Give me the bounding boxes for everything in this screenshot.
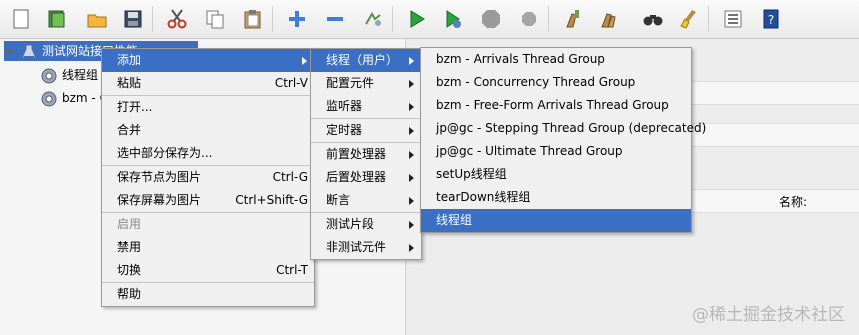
function-helper-icon[interactable] (720, 6, 746, 32)
toolbar-separator (272, 6, 273, 32)
expand-triangle-icon[interactable] (4, 48, 14, 55)
open-icon[interactable] (84, 6, 110, 32)
menu-item-open[interactable]: 打开... (102, 96, 314, 119)
svg-text:?: ? (768, 13, 774, 27)
thread-item-arrivals[interactable]: bzm - Arrivals Thread Group (421, 48, 691, 71)
submenu-arrow-icon (409, 174, 414, 182)
submenu-arrow-icon (409, 151, 414, 159)
name-label: 名称: (779, 195, 808, 209)
shutdown-icon[interactable] (516, 6, 542, 32)
submenu-arrow-icon (409, 103, 414, 111)
thread-item-concurrency[interactable]: bzm - Concurrency Thread Group (421, 71, 691, 94)
tree-node-thread-group[interactable]: 线程组 (40, 65, 98, 85)
menu-item-save-node-image[interactable]: 保存节点为图片 Ctrl-G (102, 166, 314, 189)
menu-item-add[interactable]: 添加 (102, 49, 314, 72)
search-icon[interactable] (640, 6, 666, 32)
thread-item-stepping[interactable]: jp@gc - Stepping Thread Group (deprecate… (421, 117, 706, 140)
submenu-item-assertion[interactable]: 断言 (311, 189, 421, 212)
submenu-arrow-icon (409, 57, 414, 65)
thread-item-thread-group[interactable]: 线程组 (421, 209, 691, 232)
start-icon[interactable] (404, 6, 430, 32)
toolbar-separator (548, 6, 549, 32)
start-no-pause-icon[interactable] (440, 6, 466, 32)
clear-all-icon[interactable] (596, 6, 622, 32)
watermark: @稀土掘金技术社区 (692, 305, 845, 325)
cut-icon[interactable] (164, 6, 190, 32)
submenu-item-threads[interactable]: 线程（用户） (311, 49, 421, 72)
templates-icon[interactable] (44, 6, 70, 32)
paste-icon[interactable] (240, 6, 266, 32)
submenu-item-config-element[interactable]: 配置元件 (311, 72, 421, 95)
tree-node-bzm[interactable]: bzm - C (40, 88, 108, 108)
tree-node-label: 线程组 (62, 68, 99, 82)
toolbar: ? (0, 0, 859, 39)
toggle-icon[interactable] (360, 6, 386, 32)
toolbar-separator (152, 6, 153, 32)
submenu-item-post-processor[interactable]: 后置处理器 (311, 166, 421, 189)
thread-item-setup[interactable]: setUp线程组 (421, 163, 691, 186)
menu-item-paste[interactable]: 粘贴 Ctrl-V (102, 72, 314, 95)
gear-icon (40, 67, 58, 85)
menu-item-enable[interactable]: 启用 (102, 213, 314, 236)
context-menu: 添加 粘贴 Ctrl-V 打开... 合并 选中部分保存为... 保存节点为图片 C… (101, 48, 315, 307)
submenu-arrow-icon (409, 127, 414, 135)
clear-icon[interactable] (560, 6, 586, 32)
help-icon[interactable]: ? (758, 6, 784, 32)
toolbar-separator (708, 6, 709, 32)
submenu-item-non-test-element[interactable]: 非测试元件 (311, 236, 421, 259)
gear-icon (40, 90, 58, 108)
new-icon[interactable] (8, 6, 34, 32)
thread-submenu: bzm - Arrivals Thread Group bzm - Concur… (420, 47, 706, 233)
menu-item-merge[interactable]: 合并 (102, 119, 314, 142)
menu-item-save-selection[interactable]: 选中部分保存为... (102, 142, 314, 165)
thread-item-free-form[interactable]: bzm - Free-Form Arrivals Thread Group (421, 94, 691, 117)
submenu-arrow-icon (409, 197, 414, 205)
submenu-arrow-icon (409, 221, 414, 229)
menu-item-help[interactable]: 帮助 (102, 283, 314, 306)
reset-search-icon[interactable] (676, 6, 702, 32)
thread-item-ultimate[interactable]: jp@gc - Ultimate Thread Group (421, 140, 691, 163)
toolbar-separator (392, 6, 393, 32)
thread-item-teardown[interactable]: tearDown线程组 (421, 186, 691, 209)
menu-item-toggle[interactable]: 切换 Ctrl-T (102, 259, 314, 282)
submenu-item-pre-processor[interactable]: 前置处理器 (311, 143, 421, 166)
submenu-arrow-icon (409, 80, 414, 88)
submenu-item-test-fragment[interactable]: 测试片段 (311, 213, 421, 236)
collapse-icon[interactable] (322, 6, 348, 32)
menu-item-save-screen-image[interactable]: 保存屏幕为图片 Ctrl+Shift-G (102, 189, 314, 212)
menu-item-disable[interactable]: 禁用 (102, 236, 314, 259)
submenu-arrow-icon (302, 57, 307, 65)
add-submenu: 线程（用户） 配置元件 监听器 定时器 前置处理器 后置处理器 断言 测试片段 … (310, 48, 422, 260)
expand-icon[interactable] (284, 6, 310, 32)
submenu-item-timer[interactable]: 定时器 (311, 119, 421, 142)
test-plan-icon (20, 43, 38, 61)
save-icon[interactable] (120, 6, 146, 32)
stop-icon[interactable] (478, 6, 504, 32)
submenu-item-listener[interactable]: 监听器 (311, 95, 421, 118)
copy-icon[interactable] (202, 6, 228, 32)
submenu-arrow-icon (409, 244, 414, 252)
